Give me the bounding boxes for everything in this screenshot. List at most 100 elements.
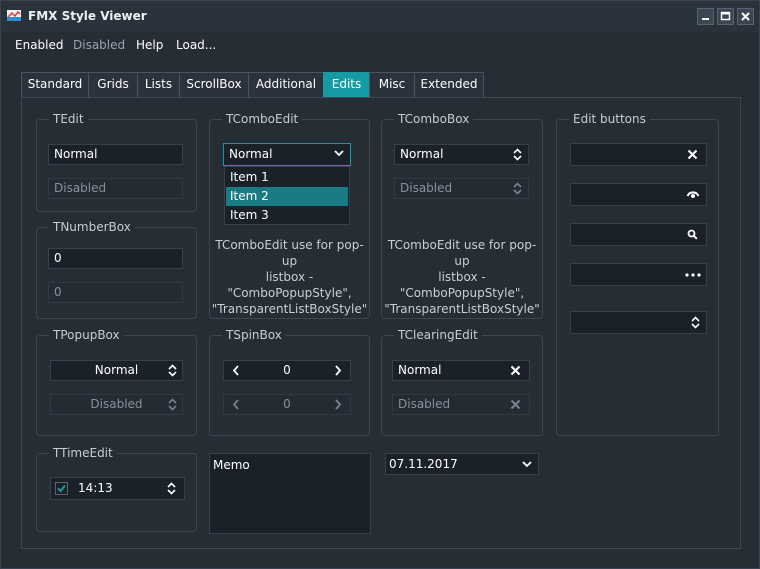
tab-extended[interactable]: Extended — [414, 72, 484, 97]
minimize-button[interactable] — [697, 8, 714, 25]
tclearingedit-disabled-input: Disabled — [392, 394, 530, 415]
updown-chevron-icon — [168, 398, 177, 411]
menu-enabled[interactable]: Enabled — [15, 38, 64, 52]
tab-lists[interactable]: Lists — [137, 72, 180, 97]
memo-text: Memo — [213, 458, 250, 472]
updown-chevron-icon — [168, 364, 177, 377]
group-title-tedit: TEdit — [49, 113, 88, 126]
note-line: listbox - — [265, 270, 314, 284]
chevron-down-icon[interactable] — [334, 149, 344, 157]
memo[interactable]: Memo — [209, 453, 371, 534]
ellipsis-button-edit[interactable] — [570, 263, 707, 286]
tedit-disabled-input: Disabled — [48, 178, 183, 199]
group-title-tclearingedit: TClearingEdit — [394, 329, 482, 342]
eye-icon[interactable] — [686, 188, 700, 200]
tedit-normal-value: Normal — [54, 147, 98, 161]
app-icon — [7, 10, 21, 21]
updown-chevron-icon — [513, 148, 522, 161]
group-title-tcomboedit: TComboEdit — [222, 113, 303, 126]
search-button-edit[interactable] — [570, 223, 707, 246]
tpopupbox-disabled-value: Disabled — [90, 397, 143, 411]
note-line: TComboEdit use for pop-up — [215, 238, 364, 268]
ttimeedit-input[interactable]: 14:13 — [50, 477, 185, 500]
group-tpopupbox: TPopupBox — [36, 329, 197, 436]
date-edit-value: 07.11.2017 — [389, 457, 458, 471]
group-tspinbox: TSpinBox — [209, 329, 370, 436]
clear-button-edit[interactable] — [570, 143, 707, 166]
updown-chevron-icon[interactable] — [691, 316, 700, 329]
chevron-right-icon[interactable] — [334, 365, 342, 376]
clear-icon[interactable] — [687, 149, 698, 160]
tclearingedit-normal-input[interactable]: Normal — [392, 360, 530, 381]
note-line: "TransparentListBoxStyle" — [211, 302, 368, 316]
tab-standard[interactable]: Standard — [21, 72, 89, 97]
tspinbox-normal[interactable]: 0 — [223, 360, 351, 381]
group-title-tcombobox: TComboBox — [394, 113, 474, 126]
tab-grids[interactable]: Grids — [88, 72, 138, 97]
date-edit[interactable]: 07.11.2017 — [385, 453, 539, 475]
tclearingedit-normal-value: Normal — [398, 363, 442, 377]
tcombobox-normal-value: Normal — [400, 147, 444, 161]
tnumberbox-disabled-input: 0 — [48, 282, 183, 303]
tnumberbox-disabled-value: 0 — [54, 285, 62, 299]
tedit-normal-input[interactable]: Normal — [48, 144, 183, 165]
menu-load[interactable]: Load... — [176, 38, 216, 52]
tnumberbox-normal-value: 0 — [54, 251, 62, 265]
updown-chevron-icon — [513, 182, 522, 195]
tcomboedit-note: TComboEdit use for pop-up listbox - "Com… — [209, 237, 370, 317]
tab-scrollbox[interactable]: ScrollBox — [179, 72, 249, 97]
tclearingedit-disabled-value: Disabled — [398, 397, 451, 411]
maximize-button[interactable] — [717, 8, 734, 25]
updown-chevron-icon[interactable] — [167, 482, 176, 495]
tnumberbox-normal-input[interactable]: 0 — [48, 248, 183, 269]
group-title-tspinbox: TSpinBox — [222, 329, 286, 342]
tedit-disabled-value: Disabled — [54, 181, 107, 195]
tcomboedit-value: Normal — [229, 147, 273, 161]
spin-button-edit[interactable] — [570, 311, 707, 334]
tspinbox-disabled-value: 0 — [283, 397, 291, 411]
list-item[interactable]: Item 3 — [226, 206, 348, 225]
chevron-right-icon — [334, 399, 342, 410]
note-line: "ComboPopupStyle", — [399, 286, 525, 300]
tpopupbox-normal-value: Normal — [94, 363, 139, 377]
tcombobox-note: TComboEdit use for pop-up listbox - "Com… — [381, 237, 543, 317]
checkbox[interactable] — [55, 482, 68, 495]
note-line: "ComboPopupStyle", — [227, 286, 352, 300]
title-bar[interactable]: FMX Style Viewer — [1, 1, 759, 32]
menu-disabled[interactable]: Disabled — [73, 38, 125, 52]
tab-misc[interactable]: Misc — [369, 72, 415, 97]
search-icon[interactable] — [687, 229, 698, 240]
group-title-edit-buttons: Edit buttons — [569, 113, 650, 126]
tab-additional[interactable]: Additional — [248, 72, 324, 97]
group-tclearingedit: TClearingEdit — [381, 329, 543, 436]
group-title-ttimeedit: TTimeEdit — [49, 447, 117, 460]
tcomboedit-popup-list: Item 1 Item 2 Item 3 — [224, 166, 350, 225]
main-window: FMX Style Viewer Enabled Disabled Help L… — [0, 0, 760, 569]
list-item-selected[interactable]: Item 2 — [226, 187, 348, 206]
note-line: "TransparentListBoxStyle" — [384, 302, 540, 316]
ellipsis-icon[interactable] — [685, 273, 701, 277]
note-line: listbox - — [438, 270, 486, 284]
tpopupbox-disabled: Disabled — [50, 394, 183, 415]
ttimeedit-value: 14:13 — [78, 481, 113, 495]
tab-edits[interactable]: Edits — [323, 72, 370, 97]
clear-icon — [510, 399, 521, 410]
tspinbox-normal-value: 0 — [283, 363, 291, 377]
tcombobox-disabled-value: Disabled — [400, 181, 453, 195]
group-title-tnumberbox: TNumberBox — [49, 221, 135, 234]
chevron-down-icon[interactable] — [522, 460, 532, 468]
tcombobox-disabled: Disabled — [394, 178, 529, 199]
menu-help[interactable]: Help — [136, 38, 163, 52]
window-title: FMX Style Viewer — [28, 9, 147, 23]
list-item[interactable]: Item 1 — [226, 168, 348, 187]
group-title-tpopupbox: TPopupBox — [49, 329, 124, 342]
tcombobox-normal[interactable]: Normal — [394, 144, 529, 165]
note-line: TComboEdit use for pop-up — [387, 238, 537, 268]
close-window-button[interactable] — [737, 8, 754, 25]
group-tnumberbox: TNumberBox — [36, 221, 197, 319]
tpopupbox-normal[interactable]: Normal — [50, 360, 183, 381]
clear-icon[interactable] — [510, 365, 521, 376]
password-button-edit[interactable] — [570, 183, 707, 206]
tcomboedit-input[interactable]: Normal — [223, 143, 351, 166]
tspinbox-disabled: 0 — [223, 394, 351, 415]
